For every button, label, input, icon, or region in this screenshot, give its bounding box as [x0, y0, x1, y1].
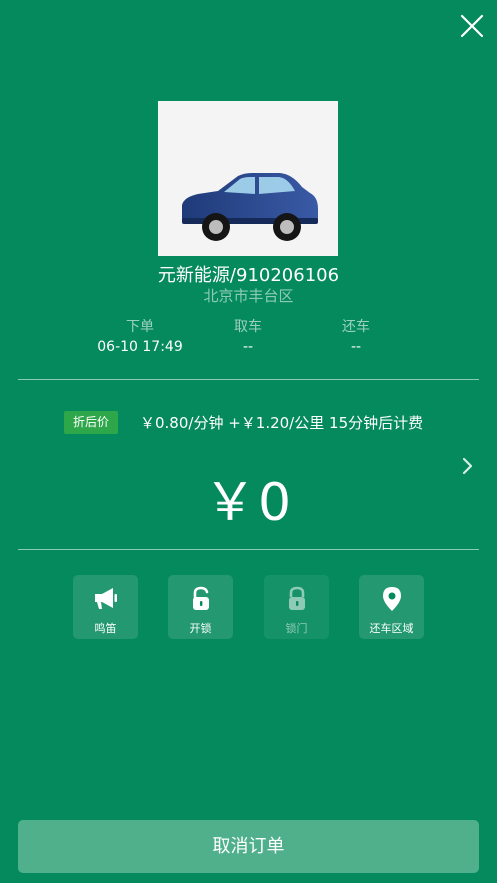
price-rate: ￥0.80/分钟 +￥1.20/公里: [140, 414, 325, 432]
status-return-value: --: [350, 339, 362, 355]
car-location: 北京市丰台区: [203, 287, 294, 305]
lock-button[interactable]: 锁门: [264, 575, 329, 639]
divider-bottom: [18, 549, 479, 550]
return-area-label: 还车区域: [369, 622, 414, 635]
horn-icon: [94, 588, 117, 609]
car-image: [158, 101, 338, 256]
fare-detail-button[interactable]: [460, 456, 476, 476]
price-rate-line: ￥0.80/分钟 +￥1.20/公里 15分钟后计费: [140, 412, 423, 434]
cancel-order-button[interactable]: 取消订单: [18, 820, 479, 873]
divider-top: [18, 379, 479, 380]
car-icon: [182, 173, 318, 241]
status-return-label: 还车: [342, 319, 370, 335]
unlock-icon: [192, 586, 209, 610]
return-area-button[interactable]: 还车区域: [359, 575, 424, 639]
unlock-button[interactable]: 开锁: [168, 575, 233, 639]
honk-label: 鸣笛: [94, 622, 117, 635]
location-pin-icon: [382, 587, 401, 611]
unlock-label: 开锁: [189, 622, 212, 635]
lock-label: 锁门: [285, 622, 308, 635]
car-name: 元新能源/910206106: [157, 265, 340, 286]
honk-button[interactable]: 鸣笛: [73, 575, 138, 639]
chevron-right-icon: [462, 457, 473, 475]
lock-icon: [288, 586, 305, 610]
close-button[interactable]: [459, 13, 485, 39]
discount-badge: 折后价: [64, 411, 118, 434]
free-minutes-note: 15分钟后计费: [329, 414, 424, 432]
status-return: 还车 --: [291, 318, 421, 356]
fare-amount: ￥0: [203, 473, 294, 533]
close-icon: [460, 14, 484, 38]
